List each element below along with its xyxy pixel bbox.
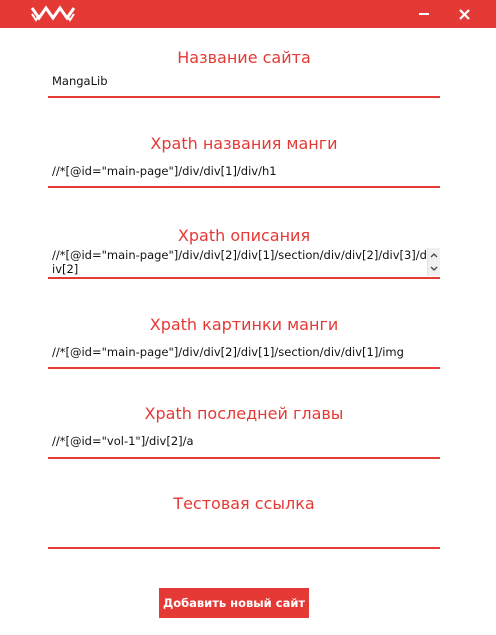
site-name-underline [48, 96, 440, 98]
close-button[interactable] [446, 0, 482, 28]
zigzag-logo-icon [31, 5, 75, 22]
title-xpath-input[interactable]: //*[@id="main-page"]/div/div[1]/div/h1 [52, 163, 422, 179]
description-scrollbar[interactable] [427, 248, 440, 276]
test-link-field: Тестовая ссылка [48, 494, 440, 550]
chevron-down-icon [430, 266, 438, 271]
title-bar [0, 0, 496, 28]
image-xpath-input[interactable]: //*[@id="main-page"]/div/div[2]/div[1]/s… [52, 344, 440, 360]
close-icon [458, 8, 470, 20]
chevron-up-icon [430, 253, 438, 258]
image-xpath-underline [48, 367, 440, 369]
test-link-label: Тестовая ссылка [173, 494, 315, 513]
last-chapter-xpath-label: Xpath последней главы [144, 404, 344, 423]
scroll-down-arrow[interactable] [428, 263, 440, 275]
minimize-button[interactable] [406, 0, 442, 28]
last-chapter-xpath-input[interactable]: //*[@id="vol-1"]/div[2]/a [52, 433, 422, 449]
description-xpath-textarea[interactable]: //*[@id="main-page"]/div/div[2]/div[1]/s… [52, 248, 428, 276]
title-xpath-label: Xpath названия манги [150, 134, 338, 153]
last-chapter-xpath-field: Xpath последней главы //*[@id="vol-1"]/d… [48, 404, 440, 459]
description-xpath-underline [48, 277, 440, 279]
last-chapter-xpath-underline [48, 457, 440, 459]
test-link-underline [48, 547, 440, 549]
title-xpath-underline [48, 186, 440, 188]
description-xpath-label: Xpath описания [177, 226, 311, 245]
minimize-icon [419, 13, 429, 15]
scroll-up-arrow[interactable] [428, 249, 440, 261]
image-xpath-field: Xpath картинки манги //*[@id="main-page"… [48, 315, 440, 369]
title-xpath-field: Xpath названия манги //*[@id="main-page"… [48, 134, 440, 188]
site-name-label: Название сайта [177, 48, 311, 67]
site-name-field: Название сайта MangaLib [48, 48, 440, 100]
add-site-button[interactable]: Добавить новый сайт [159, 588, 309, 618]
description-xpath-field: Xpath описания //*[@id="main-page"]/div/… [48, 226, 440, 280]
image-xpath-label: Xpath картинки манги [149, 315, 339, 334]
site-name-input[interactable]: MangaLib [52, 73, 422, 89]
